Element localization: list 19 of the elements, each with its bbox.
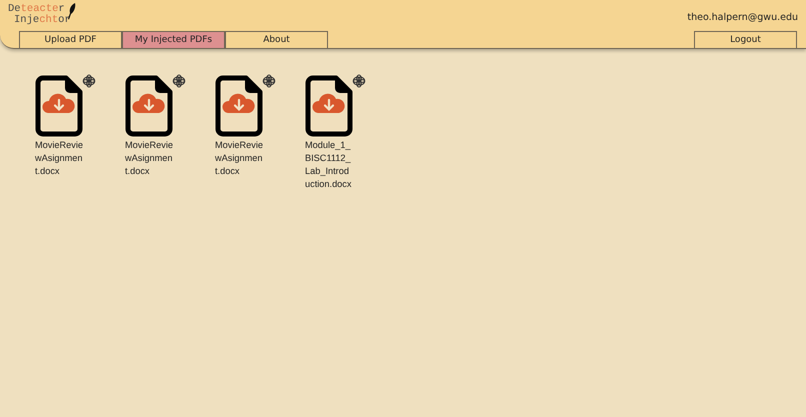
knot-icon	[82, 74, 96, 88]
file-name: Module_1_BISC1112_Lab_Introduction.docx	[305, 139, 352, 191]
knot-icon	[172, 74, 186, 88]
knot-icon	[262, 74, 276, 88]
document-download-icon[interactable]	[125, 75, 173, 137]
knot-icon	[352, 74, 366, 88]
document-download-icon[interactable]	[305, 75, 353, 137]
file-name: MovieReviewAsignment.docx	[35, 139, 83, 178]
logo-text: Injechtor	[13, 15, 71, 26]
document-download-icon[interactable]	[35, 75, 83, 137]
logout-button[interactable]: Logout	[694, 31, 797, 48]
nav-tab[interactable]: My Injected PDFs	[122, 31, 225, 48]
document-download-icon[interactable]	[215, 75, 263, 137]
nav-tab[interactable]: About	[225, 31, 328, 48]
file-name: MovieReviewAsignment.docx	[125, 139, 173, 178]
file-name: MovieReviewAsignment.docx	[215, 139, 263, 178]
user-email: theo.halpern@gwu.edu	[687, 11, 799, 23]
logo-text: Deteacter	[8, 4, 65, 15]
nav-tab[interactable]: Upload PDF	[19, 31, 122, 48]
